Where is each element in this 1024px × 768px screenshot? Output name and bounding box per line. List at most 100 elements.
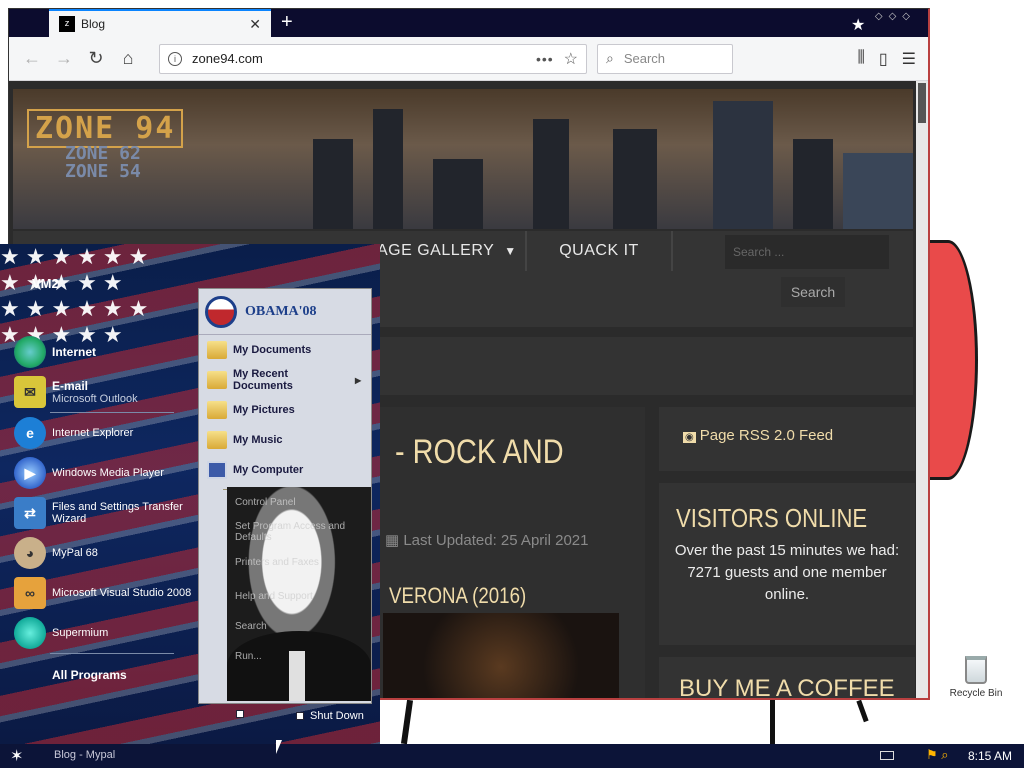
- log-off-button[interactable]: [236, 710, 250, 718]
- library-icon[interactable]: ⫼: [857, 49, 864, 69]
- obama-campaign-icon: [205, 295, 237, 328]
- article-subtitle[interactable]: VERONA (2016): [389, 583, 526, 609]
- recycle-bin-shortcut[interactable]: Recycle Bin: [944, 656, 1008, 699]
- article-image: [383, 613, 619, 698]
- submenu-arrow-icon: ▶: [355, 375, 362, 385]
- internet-explorer-icon: e: [14, 417, 46, 449]
- program-mypal[interactable]: ◕ MyPal 68: [14, 533, 194, 573]
- user-name: VM2: [32, 276, 59, 291]
- folder-icon: [207, 401, 227, 419]
- tab-title: Blog: [81, 17, 106, 31]
- visitors-text: Over the past 15 minutes we had: 7271 gu…: [674, 542, 900, 603]
- hamburger-menu-icon[interactable]: ☰: [902, 49, 916, 69]
- folder-icon: [207, 371, 227, 389]
- keyboard-icon[interactable]: [880, 751, 894, 760]
- program-visual-studio[interactable]: ∞ Microsoft Visual Studio 2008: [14, 573, 194, 613]
- all-programs-button[interactable]: All Programs: [52, 668, 127, 682]
- place-run[interactable]: Run...: [235, 651, 262, 662]
- coffee-title: BUY ME A COFFEE: [679, 675, 895, 700]
- program-internet[interactable]: Internet: [14, 332, 194, 372]
- globe-icon: [14, 336, 46, 368]
- scrollbar-thumb[interactable]: [918, 83, 926, 123]
- url-text[interactable]: zone94.com: [192, 51, 536, 66]
- place-help-support[interactable]: Help and Support: [235, 591, 313, 602]
- tray-icons[interactable]: ⚑ ⌕: [926, 747, 949, 763]
- url-bar[interactable]: i zone94.com ••• ☆: [159, 43, 587, 74]
- media-player-icon: ▶: [14, 457, 46, 489]
- taskbar-task-browser[interactable]: Blog - Mypal: [54, 749, 115, 761]
- window-controls[interactable]: ◇◇◇: [875, 11, 916, 22]
- close-tab-icon[interactable]: ✕: [249, 16, 261, 33]
- program-supermium[interactable]: Supermium: [14, 613, 194, 653]
- recycle-bin-icon: [965, 656, 987, 684]
- place-search[interactable]: Search: [235, 621, 267, 632]
- article-column: - ROCK AND ▦ Last Updated: 25 April 2021…: [379, 407, 645, 698]
- menu-separator: [50, 653, 174, 654]
- place-printers-faxes[interactable]: Printers and Faxes: [235, 557, 319, 568]
- place-set-program-access[interactable]: Set Program Access and Defaults: [235, 521, 355, 543]
- bookmark-star-icon[interactable]: ☆: [564, 49, 578, 69]
- site-search-input[interactable]: Search ...: [725, 235, 889, 269]
- page-actions-icon[interactable]: •••: [536, 51, 554, 67]
- place-my-computer[interactable]: My Computer: [199, 455, 371, 485]
- wallpaper-stroke: [856, 699, 869, 723]
- folder-icon: [207, 341, 227, 359]
- taskbar: ✶ Blog - Mypal ⚑ ⌕ 8:15 AM: [0, 744, 1024, 768]
- flag-stars: ★★★★★★ ★★★★★ ★★★★★★ ★★★★★: [0, 244, 155, 344]
- tab-blog[interactable]: z Blog ✕: [49, 9, 271, 37]
- start-menu-programs: Internet ✉ E-mail Microsoft Outlook e Int…: [14, 332, 194, 654]
- transfer-wizard-icon: ⇄: [14, 497, 46, 529]
- menu-quack-it[interactable]: QUACK IT: [525, 231, 673, 271]
- visitors-widget: VISITORS ONLINE Over the past 15 minutes…: [659, 483, 915, 645]
- page-scrollbar[interactable]: [916, 81, 928, 698]
- browser-search-box[interactable]: ⌕ Search: [597, 43, 733, 74]
- program-internet-explorer[interactable]: e Internet Explorer: [14, 413, 194, 453]
- shut-down-button[interactable]: Shut Down: [296, 710, 364, 722]
- obama-logo: OBAMA'08: [199, 289, 371, 335]
- article-updated: ▦ Last Updated: 25 April 2021: [385, 532, 589, 549]
- rss-widget: ◉ Page RSS 2.0 Feed: [659, 407, 915, 471]
- place-my-recent-documents[interactable]: My Recent Documents ▶: [199, 365, 371, 395]
- clock[interactable]: 8:15 AM: [968, 749, 1012, 763]
- site-logo-sub: ZONE 62 ZONE 54: [65, 143, 141, 182]
- menu-image-gallery[interactable]: AGE GALLERY ▼: [377, 231, 517, 271]
- place-my-documents[interactable]: My Documents: [199, 335, 371, 365]
- search-placeholder: Search: [623, 51, 666, 66]
- power-icon: [296, 712, 304, 720]
- home-button[interactable]: ⌂: [113, 44, 143, 74]
- new-tab-button[interactable]: +: [281, 11, 293, 34]
- rss-link[interactable]: ◉ Page RSS 2.0 Feed: [659, 407, 915, 464]
- site-banner: ZONE 94 ZONE 62 ZONE 54: [13, 89, 913, 229]
- wallpaper-stroke: [400, 699, 414, 745]
- wallpaper-stroke: [770, 700, 775, 744]
- back-button[interactable]: ←: [17, 44, 47, 74]
- article-title[interactable]: - ROCK AND: [395, 433, 564, 472]
- start-menu: ★★★★★★ ★★★★★ ★★★★★★ ★★★★★ VM2 Internet ✉ E-…: [0, 244, 380, 744]
- log-off-icon: [236, 710, 244, 718]
- navigation-toolbar: ← → ↻ ⌂ i zone94.com ••• ☆ ⌕ Search ⫼ ▯ …: [9, 37, 928, 81]
- program-windows-media-player[interactable]: ▶ Windows Media Player: [14, 453, 194, 493]
- place-my-pictures[interactable]: My Pictures: [199, 395, 371, 425]
- start-menu-places: OBAMA'08 My Documents My Recent Document…: [198, 288, 372, 704]
- coffee-widget: BUY ME A COFFEE: [659, 657, 915, 700]
- place-my-music[interactable]: My Music: [199, 425, 371, 455]
- tab-strip: z Blog ✕ + ★ ◇◇◇: [9, 9, 928, 37]
- star-icon: ★: [851, 17, 866, 34]
- calendar-icon: ▦: [385, 532, 404, 549]
- supermium-icon: [14, 617, 46, 649]
- program-transfer-wizard[interactable]: ⇄ Files and Settings Transfer Wizard: [14, 493, 194, 533]
- toolbar-tools: ⫼ ▯ ☰: [857, 49, 920, 69]
- folder-icon: [207, 431, 227, 449]
- computer-icon: [207, 461, 227, 479]
- reload-button[interactable]: ↻: [81, 44, 111, 74]
- site-search-button[interactable]: Search: [781, 277, 845, 307]
- start-button[interactable]: ✶: [10, 746, 23, 766]
- sidebar-icon[interactable]: ▯: [879, 49, 888, 69]
- place-control-panel[interactable]: Control Panel: [235, 497, 296, 508]
- info-icon[interactable]: i: [168, 51, 182, 66]
- forward-button[interactable]: →: [49, 44, 79, 74]
- program-email[interactable]: ✉ E-mail Microsoft Outlook: [14, 372, 194, 412]
- visual-studio-icon: ∞: [14, 577, 46, 609]
- mouse-cursor: [276, 740, 282, 754]
- favicon-icon: z: [59, 16, 75, 32]
